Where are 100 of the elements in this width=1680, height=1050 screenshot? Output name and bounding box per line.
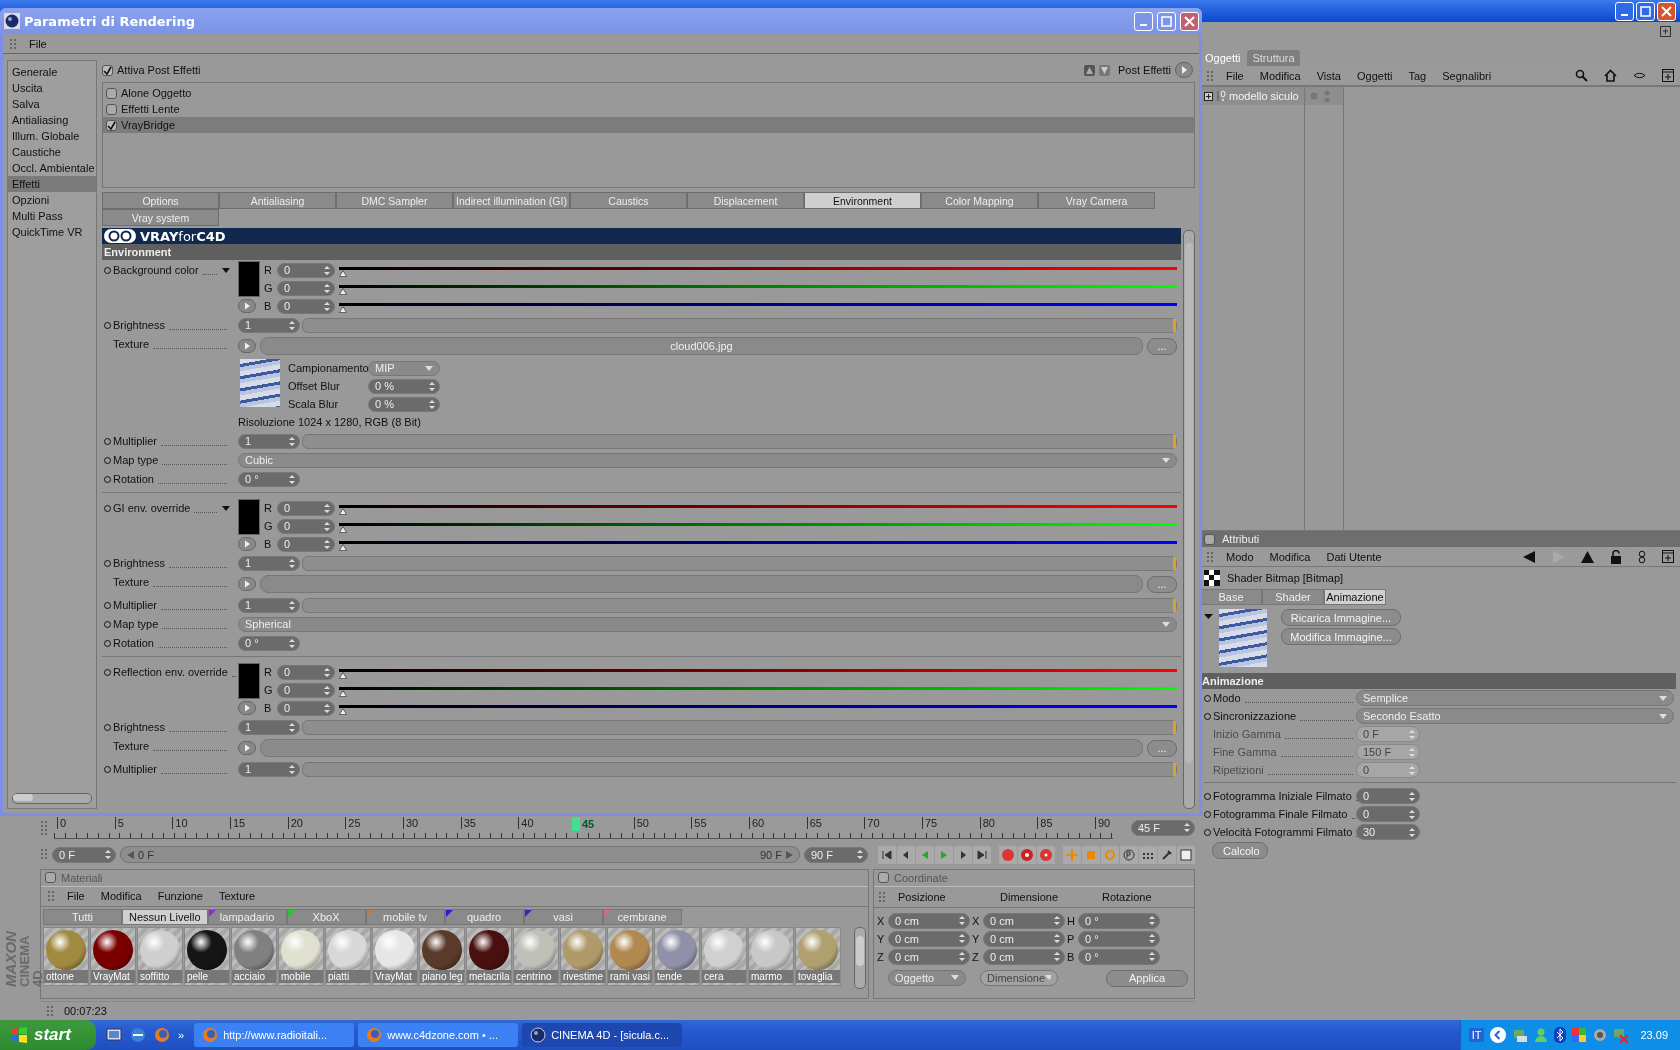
spinner-icon[interactable] [1149,916,1155,926]
browse-button[interactable]: ... [1147,337,1177,355]
lock-icon[interactable] [1610,549,1622,564]
tab[interactable]: Vray system [102,209,219,226]
number-field[interactable]: 30 [1356,824,1420,840]
spinner-icon[interactable] [959,952,965,962]
slider-thumb[interactable] [339,306,347,313]
slider-thumb[interactable] [339,672,347,679]
record-icon[interactable] [999,845,1017,864]
sidebar-item[interactable]: Antialiasing [8,112,96,128]
number-field[interactable]: 0 % [368,378,440,394]
collapse-caret-icon[interactable] [1204,614,1213,619]
back-arrow-icon[interactable] [1523,550,1536,563]
slider-thumb[interactable] [1173,434,1176,448]
channel-field[interactable]: 0 [277,664,335,680]
calculate-button[interactable]: Calcolo [1212,842,1268,859]
spinner-icon[interactable] [324,667,330,677]
texture-field[interactable]: cloud006.jpg [260,337,1143,355]
spinner-icon[interactable] [1184,823,1190,833]
menu-item[interactable]: Oggetti [1356,69,1393,82]
tab[interactable]: Vray Camera [1038,192,1155,209]
language-indicator[interactable]: IT [1468,1028,1485,1042]
menu-item[interactable]: File [67,890,85,903]
number-field[interactable]: 0 ° [238,635,300,651]
material-tile[interactable]: VrayMat [90,926,136,986]
material-tile[interactable]: ottone [43,926,89,986]
new-window-icon[interactable] [1662,69,1674,82]
material-tile[interactable]: VrayMat [372,926,418,986]
up-arrow-icon[interactable] [1581,550,1594,563]
dropdown[interactable]: Spherical [238,616,1177,632]
spinner-icon[interactable] [324,503,330,513]
spinner-icon[interactable] [1054,916,1060,926]
scrollbar[interactable] [12,793,92,804]
texture-field[interactable] [260,575,1143,593]
tab[interactable]: Options [102,192,219,209]
coordinate-field[interactable]: 0 cm [983,930,1065,947]
network-icon[interactable] [1512,1027,1529,1043]
playhead-handle[interactable] [572,817,580,832]
tab[interactable]: Environment [804,192,921,209]
desktop-icon[interactable] [106,1027,122,1043]
end-frame-field[interactable]: 90 F [804,846,868,863]
checkbox[interactable] [878,872,889,884]
new-window-icon[interactable] [1662,550,1674,563]
material-tile[interactable]: piano leg [419,926,465,986]
coordinate-field[interactable]: 0 cm [888,912,970,929]
tab[interactable]: Color Mapping [921,192,1038,209]
channel-field[interactable]: 0 [277,500,335,516]
material-tile[interactable]: marmo [748,926,794,986]
spinner-icon[interactable] [289,436,295,446]
sidebar-item[interactable]: Caustiche [8,144,96,160]
material-tile[interactable]: tende [654,926,700,986]
slider-thumb[interactable] [1173,556,1176,570]
spinner-icon[interactable] [1409,809,1415,819]
layer-tab[interactable]: vasi [523,908,603,925]
slider-track[interactable] [302,597,1177,613]
spinner-icon[interactable] [1149,934,1155,944]
browser-icon[interactable] [130,1027,146,1043]
channel-field[interactable]: 0 [277,536,335,552]
mode-dropdown[interactable]: Oggetto [888,969,966,986]
layer-tab[interactable]: quadro [444,908,524,925]
spinner-icon[interactable] [1149,952,1155,962]
slider-thumb[interactable] [1173,762,1176,776]
chevron-icon[interactable] [1489,1026,1508,1044]
spinner-icon[interactable] [857,850,863,860]
right-arrow-icon[interactable] [786,850,793,859]
material-tile[interactable]: centrino [513,926,559,986]
coordinate-field[interactable]: 0 cm [983,948,1065,965]
menu-item[interactable]: Modo [1226,550,1254,563]
coordinate-field[interactable]: 0 ° [1078,948,1160,965]
spinner-icon[interactable] [1409,791,1415,801]
spinner-icon[interactable] [324,265,330,275]
channel-field[interactable]: 0 [277,262,335,278]
spinner-icon[interactable] [289,764,295,774]
slider-track[interactable] [302,555,1177,571]
color-swatch[interactable] [238,663,260,699]
number-field[interactable]: 0 % [368,396,440,412]
channel-field[interactable]: 0 [277,298,335,314]
checkbox[interactable] [106,119,117,131]
number-field[interactable]: 1 [238,433,300,449]
coordinate-field[interactable]: 0 ° [1078,912,1160,929]
color-swatch[interactable] [238,261,260,297]
browse-button[interactable]: ... [1147,575,1177,593]
number-field[interactable]: 0 [1356,788,1420,804]
sidebar-item[interactable]: QuickTime VR [8,224,96,240]
menu-item[interactable]: Vista [1316,69,1341,82]
maximize-button[interactable] [1157,11,1176,31]
number-field[interactable]: 1 [238,719,300,735]
spinner-icon[interactable] [959,934,965,944]
menu-item[interactable]: File [1226,69,1244,82]
spinner-icon[interactable] [289,722,295,732]
panel-icon[interactable] [1177,845,1195,864]
slider-thumb[interactable] [1173,598,1176,612]
sidebar-item[interactable]: Opzioni [8,192,96,208]
material-tile[interactable]: mobile [278,926,324,986]
channel-field[interactable]: 0 [277,682,335,698]
material-tile[interactable]: tovaglia [795,926,841,986]
menu-item[interactable]: Modifica [1259,69,1301,82]
maximize-button[interactable] [1636,1,1655,21]
image-button[interactable]: Ricarica Immagine... [1281,609,1401,626]
next-frame-icon[interactable] [954,845,972,864]
